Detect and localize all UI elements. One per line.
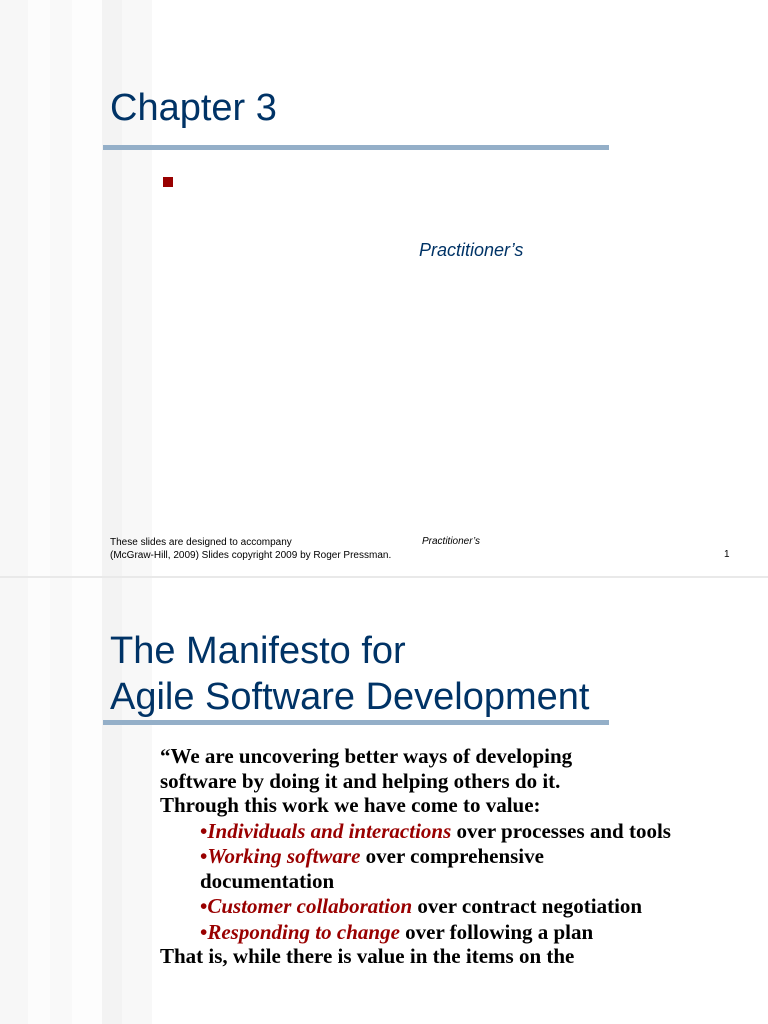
footer-book-title: Practitioner’s xyxy=(422,536,480,547)
slide-title-line-1: The Manifesto for xyxy=(110,630,406,672)
slide-2: The Manifesto for Agile Software Develop… xyxy=(0,578,768,1024)
manifesto-closing: That is, while there is value in the ite… xyxy=(160,944,575,968)
manifesto-value-2: •Working software over comprehensive doc… xyxy=(200,844,544,893)
manifesto-intro: “We are uncovering better ways of develo… xyxy=(160,744,573,817)
manifesto-text: “We are uncovering better ways of develo… xyxy=(160,744,680,969)
manifesto-value-3: •Customer collaboration over contract ne… xyxy=(200,894,643,918)
page-number: 1 xyxy=(724,549,730,560)
manifesto-value-1: •Individuals and interactions over proce… xyxy=(200,818,671,843)
slide-title: The Manifesto for Agile Software Develop… xyxy=(110,628,589,720)
slide-footer: These slides are designed to accompany (… xyxy=(110,536,391,562)
bullet-square-icon xyxy=(163,177,173,187)
manifesto-value-4: •Responding to change over following a p… xyxy=(200,919,594,944)
title-rule xyxy=(103,145,609,150)
footer-line-2: (McGraw-Hill, 2009) Slides copyright 200… xyxy=(110,550,392,561)
footer-line-1: These slides are designed to accompany xyxy=(110,537,292,548)
slide-title-line-2: Agile Software Development xyxy=(110,676,590,718)
slide-title: Chapter 3 xyxy=(110,87,277,129)
slide-1: Chapter 3 Practitioner’s These slides ar… xyxy=(0,0,768,576)
book-title-fragment: Practitioner’s xyxy=(419,240,524,260)
title-rule xyxy=(103,720,609,725)
